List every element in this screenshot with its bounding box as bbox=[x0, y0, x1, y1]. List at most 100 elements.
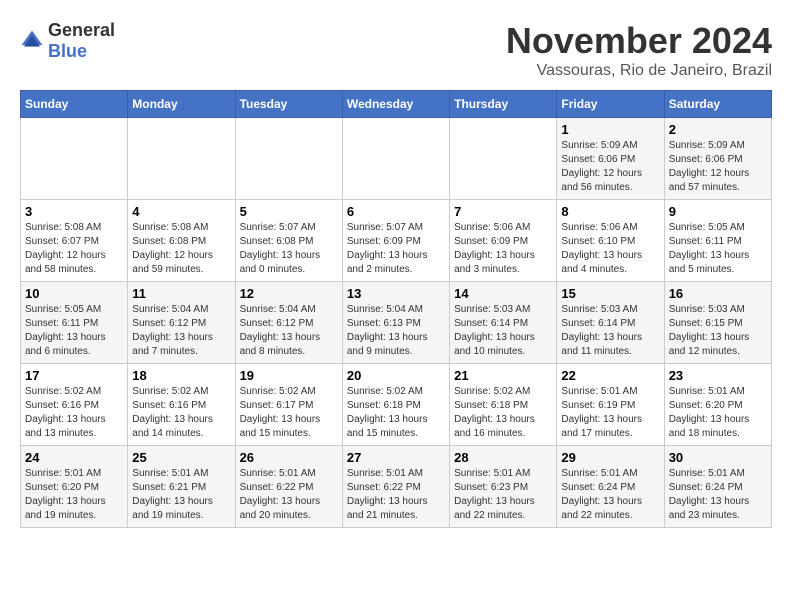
day-info: Sunrise: 5:01 AM Sunset: 6:23 PM Dayligh… bbox=[454, 467, 552, 523]
logo-general: General bbox=[48, 20, 115, 40]
day-info: Sunrise: 5:08 AM Sunset: 6:07 PM Dayligh… bbox=[25, 221, 123, 277]
calendar-cell: 24 Sunrise: 5:01 AM Sunset: 6:20 PM Dayli… bbox=[21, 446, 128, 528]
calendar-cell: 17 Sunrise: 5:02 AM Sunset: 6:16 PM Dayli… bbox=[21, 364, 128, 446]
day-info: Sunrise: 5:06 AM Sunset: 6:09 PM Dayligh… bbox=[454, 221, 552, 277]
day-info: Sunrise: 5:09 AM Sunset: 6:06 PM Dayligh… bbox=[561, 139, 659, 195]
day-number: 2 bbox=[669, 122, 767, 137]
day-info: Sunrise: 5:01 AM Sunset: 6:24 PM Dayligh… bbox=[561, 467, 659, 523]
day-info: Sunrise: 5:02 AM Sunset: 6:18 PM Dayligh… bbox=[347, 385, 445, 441]
calendar-cell: 6 Sunrise: 5:07 AM Sunset: 6:09 PM Daylig… bbox=[342, 200, 449, 282]
day-info: Sunrise: 5:01 AM Sunset: 6:22 PM Dayligh… bbox=[240, 467, 338, 523]
weekday-header-thursday: Thursday bbox=[450, 91, 557, 118]
day-number: 3 bbox=[25, 204, 123, 219]
day-number: 11 bbox=[132, 286, 230, 301]
day-info: Sunrise: 5:03 AM Sunset: 6:15 PM Dayligh… bbox=[669, 303, 767, 359]
day-info: Sunrise: 5:01 AM Sunset: 6:19 PM Dayligh… bbox=[561, 385, 659, 441]
logo-text: General Blue bbox=[48, 20, 115, 62]
day-number: 22 bbox=[561, 368, 659, 383]
calendar-cell: 4 Sunrise: 5:08 AM Sunset: 6:08 PM Daylig… bbox=[128, 200, 235, 282]
calendar-cell: 16 Sunrise: 5:03 AM Sunset: 6:15 PM Dayli… bbox=[664, 282, 771, 364]
calendar-cell bbox=[450, 118, 557, 200]
day-info: Sunrise: 5:02 AM Sunset: 6:17 PM Dayligh… bbox=[240, 385, 338, 441]
day-number: 16 bbox=[669, 286, 767, 301]
calendar-week-3: 10 Sunrise: 5:05 AM Sunset: 6:11 PM Dayli… bbox=[21, 282, 772, 364]
calendar-cell bbox=[21, 118, 128, 200]
calendar-cell: 9Sunrise: 5:05 AM Sunset: 6:11 PM Daylig… bbox=[664, 200, 771, 282]
calendar-cell: 18 Sunrise: 5:02 AM Sunset: 6:16 PM Dayli… bbox=[128, 364, 235, 446]
weekday-header-friday: Friday bbox=[557, 91, 664, 118]
day-number: 18 bbox=[132, 368, 230, 383]
calendar-cell: 29 Sunrise: 5:01 AM Sunset: 6:24 PM Dayli… bbox=[557, 446, 664, 528]
day-number: 12 bbox=[240, 286, 338, 301]
logo: General Blue bbox=[20, 20, 115, 62]
logo-icon bbox=[20, 29, 44, 53]
month-title: November 2024 bbox=[506, 20, 772, 62]
title-area: November 2024 Vassouras, Rio de Janeiro,… bbox=[506, 20, 772, 80]
day-info: Sunrise: 5:07 AM Sunset: 6:09 PM Dayligh… bbox=[347, 221, 445, 277]
calendar-cell bbox=[128, 118, 235, 200]
day-number: 24 bbox=[25, 450, 123, 465]
page-header: General Blue November 2024 Vassouras, Ri… bbox=[20, 20, 772, 80]
calendar-cell: 13 Sunrise: 5:04 AM Sunset: 6:13 PM Dayli… bbox=[342, 282, 449, 364]
day-info: Sunrise: 5:04 AM Sunset: 6:12 PM Dayligh… bbox=[132, 303, 230, 359]
day-number: 19 bbox=[240, 368, 338, 383]
calendar-cell: 15 Sunrise: 5:03 AM Sunset: 6:14 PM Dayli… bbox=[557, 282, 664, 364]
day-info: Sunrise: 5:09 AM Sunset: 6:06 PM Dayligh… bbox=[669, 139, 767, 195]
weekday-header-wednesday: Wednesday bbox=[342, 91, 449, 118]
calendar-cell: 1 Sunrise: 5:09 AM Sunset: 6:06 PM Daylig… bbox=[557, 118, 664, 200]
calendar-cell: 21Sunrise: 5:02 AM Sunset: 6:18 PM Dayli… bbox=[450, 364, 557, 446]
day-info: Sunrise: 5:01 AM Sunset: 6:20 PM Dayligh… bbox=[25, 467, 123, 523]
day-number: 20 bbox=[347, 368, 445, 383]
day-number: 6 bbox=[347, 204, 445, 219]
day-number: 25 bbox=[132, 450, 230, 465]
day-info: Sunrise: 5:02 AM Sunset: 6:18 PM Dayligh… bbox=[454, 385, 552, 441]
calendar-week-5: 24 Sunrise: 5:01 AM Sunset: 6:20 PM Dayli… bbox=[21, 446, 772, 528]
calendar-cell: 14Sunrise: 5:03 AM Sunset: 6:14 PM Dayli… bbox=[450, 282, 557, 364]
day-info: Sunrise: 5:08 AM Sunset: 6:08 PM Dayligh… bbox=[132, 221, 230, 277]
calendar-cell: 11 Sunrise: 5:04 AM Sunset: 6:12 PM Dayli… bbox=[128, 282, 235, 364]
calendar-cell: 30 Sunrise: 5:01 AM Sunset: 6:24 PM Dayli… bbox=[664, 446, 771, 528]
calendar-cell: 12Sunrise: 5:04 AM Sunset: 6:12 PM Dayli… bbox=[235, 282, 342, 364]
day-number: 13 bbox=[347, 286, 445, 301]
day-number: 17 bbox=[25, 368, 123, 383]
calendar-cell: 25Sunrise: 5:01 AM Sunset: 6:21 PM Dayli… bbox=[128, 446, 235, 528]
calendar-body: 1 Sunrise: 5:09 AM Sunset: 6:06 PM Daylig… bbox=[21, 118, 772, 528]
day-info: Sunrise: 5:01 AM Sunset: 6:24 PM Dayligh… bbox=[669, 467, 767, 523]
day-info: Sunrise: 5:03 AM Sunset: 6:14 PM Dayligh… bbox=[561, 303, 659, 359]
weekday-header-row: SundayMondayTuesdayWednesdayThursdayFrid… bbox=[21, 91, 772, 118]
day-number: 23 bbox=[669, 368, 767, 383]
calendar-cell: 20 Sunrise: 5:02 AM Sunset: 6:18 PM Dayli… bbox=[342, 364, 449, 446]
day-info: Sunrise: 5:02 AM Sunset: 6:16 PM Dayligh… bbox=[25, 385, 123, 441]
day-info: Sunrise: 5:04 AM Sunset: 6:13 PM Dayligh… bbox=[347, 303, 445, 359]
calendar-table: SundayMondayTuesdayWednesdayThursdayFrid… bbox=[20, 90, 772, 528]
day-number: 15 bbox=[561, 286, 659, 301]
calendar-cell: 5 Sunrise: 5:07 AM Sunset: 6:08 PM Daylig… bbox=[235, 200, 342, 282]
day-info: Sunrise: 5:01 AM Sunset: 6:20 PM Dayligh… bbox=[669, 385, 767, 441]
calendar-week-4: 17 Sunrise: 5:02 AM Sunset: 6:16 PM Dayli… bbox=[21, 364, 772, 446]
calendar-cell: 3 Sunrise: 5:08 AM Sunset: 6:07 PM Daylig… bbox=[21, 200, 128, 282]
day-number: 10 bbox=[25, 286, 123, 301]
day-number: 9 bbox=[669, 204, 767, 219]
day-number: 4 bbox=[132, 204, 230, 219]
weekday-header-monday: Monday bbox=[128, 91, 235, 118]
day-info: Sunrise: 5:06 AM Sunset: 6:10 PM Dayligh… bbox=[561, 221, 659, 277]
day-info: Sunrise: 5:07 AM Sunset: 6:08 PM Dayligh… bbox=[240, 221, 338, 277]
calendar-cell: 7Sunrise: 5:06 AM Sunset: 6:09 PM Daylig… bbox=[450, 200, 557, 282]
day-info: Sunrise: 5:03 AM Sunset: 6:14 PM Dayligh… bbox=[454, 303, 552, 359]
calendar-cell: 28 Sunrise: 5:01 AM Sunset: 6:23 PM Dayli… bbox=[450, 446, 557, 528]
calendar-cell: 26 Sunrise: 5:01 AM Sunset: 6:22 PM Dayli… bbox=[235, 446, 342, 528]
calendar-cell: 27Sunrise: 5:01 AM Sunset: 6:22 PM Dayli… bbox=[342, 446, 449, 528]
day-number: 26 bbox=[240, 450, 338, 465]
calendar-cell bbox=[342, 118, 449, 200]
day-number: 1 bbox=[561, 122, 659, 137]
calendar-cell: 8Sunrise: 5:06 AM Sunset: 6:10 PM Daylig… bbox=[557, 200, 664, 282]
day-number: 30 bbox=[669, 450, 767, 465]
day-number: 29 bbox=[561, 450, 659, 465]
day-number: 28 bbox=[454, 450, 552, 465]
weekday-header-saturday: Saturday bbox=[664, 91, 771, 118]
day-number: 5 bbox=[240, 204, 338, 219]
day-info: Sunrise: 5:05 AM Sunset: 6:11 PM Dayligh… bbox=[25, 303, 123, 359]
location-title: Vassouras, Rio de Janeiro, Brazil bbox=[506, 62, 772, 80]
calendar-week-2: 3 Sunrise: 5:08 AM Sunset: 6:07 PM Daylig… bbox=[21, 200, 772, 282]
day-info: Sunrise: 5:02 AM Sunset: 6:16 PM Dayligh… bbox=[132, 385, 230, 441]
